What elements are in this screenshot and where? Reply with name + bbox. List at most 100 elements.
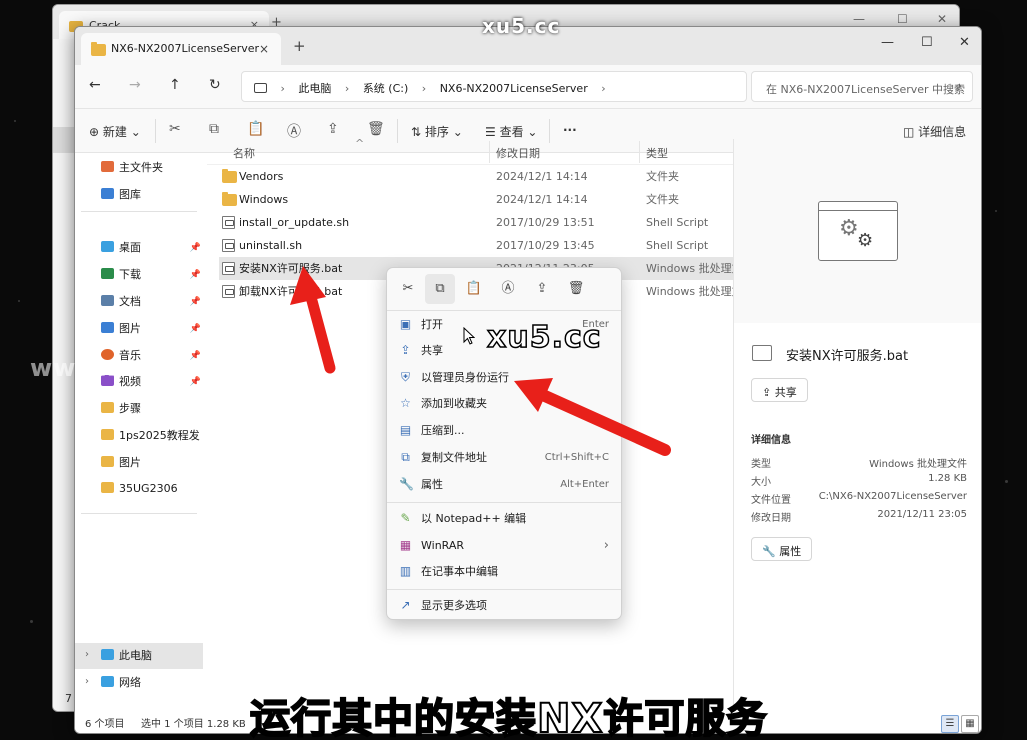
picture-icon (101, 322, 114, 333)
menu-item-properties[interactable]: 🔧 属性 Alt+Enter (395, 472, 615, 497)
more-options-button[interactable]: ··· (563, 123, 577, 137)
context-quick-actions: ✂ ⧉ 📋 Ⓐ ⇪ 🗑 (393, 274, 617, 306)
menu-item-copy-path[interactable]: ⧉ 复制文件地址 Ctrl+Shift+C (395, 445, 615, 470)
close-tab-icon[interactable]: × (259, 42, 269, 56)
sidebar-item-gallery[interactable]: 图库 (101, 184, 205, 206)
open-icon: ▣ (399, 317, 412, 331)
file-row[interactable]: Windows 2024/12/1 14:14 文件夹 (219, 188, 733, 211)
menu-item-compress[interactable]: ▤ 压缩到... (395, 418, 615, 443)
search-input[interactable]: 在 NX6-NX2007LicenseServer 中搜索 ⌕ (751, 71, 973, 102)
new-tab-icon[interactable]: + (293, 37, 306, 55)
file-row[interactable]: uninstall.sh 2017/10/29 13:45 Shell Scri… (219, 234, 733, 257)
batch-file-icon (222, 262, 235, 275)
gear-icon: ⚙ (857, 230, 874, 251)
copy-icon[interactable]: ⧉ (209, 121, 219, 137)
plus-circle-icon: ⊕ (89, 125, 103, 139)
sidebar-item-35ug2306[interactable]: 35UG2306 (101, 478, 205, 500)
paste-icon[interactable]: 📋 (247, 121, 264, 137)
breadcrumb-drive-c[interactable]: 系统 (C:) (363, 82, 408, 95)
document-icon (101, 295, 114, 306)
file-row[interactable]: Vendors 2024/12/1 14:14 文件夹 (219, 165, 733, 188)
forward-arrow-icon[interactable]: → (129, 77, 141, 93)
selection-info: 选中 1 个项目 1.28 KB (141, 719, 246, 730)
menu-item-add-favorites[interactable]: ☆ 添加到收藏夹 (395, 391, 615, 416)
folder-icon (222, 192, 237, 206)
winrar-icon: ▦ (399, 538, 412, 552)
breadcrumb-folder[interactable]: NX6-NX2007LicenseServer (440, 82, 588, 95)
share-button[interactable]: ⇪ 共享 (751, 378, 808, 402)
show-more-icon: ↗ (400, 598, 411, 612)
new-button[interactable]: ⊕ 新建 ⌄ (89, 123, 141, 140)
column-name[interactable]: 名称 (233, 145, 255, 161)
menu-item-show-more[interactable]: ↗ 显示更多选项 (395, 593, 615, 618)
notepadpp-icon: ✎ (400, 511, 411, 525)
expand-chevron-icon[interactable]: › (85, 676, 89, 687)
sidebar-item-pictures[interactable]: 图片 📌 (101, 318, 205, 340)
paste-icon[interactable]: 📋 (459, 274, 489, 304)
share-icon[interactable]: ⇪ (327, 121, 339, 137)
navigation-pane: 主文件夹 图库 桌面 📌 下载 📌 文档 📌 图片 📌 音乐 📌 视频 📌 步骤 1ps20… (75, 153, 205, 709)
details-pane-icon: ◫ (903, 125, 919, 139)
back-arrow-icon[interactable]: ← (89, 77, 101, 93)
minimize-icon[interactable]: — (881, 35, 894, 50)
breadcrumb-this-pc[interactable]: 此电脑 (298, 82, 331, 95)
menu-item-notepad[interactable]: ▥ 在记事本中编辑 (395, 559, 615, 584)
gear-icon: ⚙ (839, 216, 859, 241)
menu-item-notepadpp[interactable]: ✎ 以 Notepad++ 编辑 (395, 506, 615, 531)
sidebar-item-network[interactable]: 网络 (101, 672, 205, 694)
sidebar-item-pictures-folder[interactable]: 图片 (101, 452, 205, 474)
column-date[interactable]: 修改日期 (496, 145, 540, 161)
address-bar[interactable]: › 此电脑 › 系统 (C:) › NX6-NX2007LicenseServe… (241, 71, 747, 102)
file-preview-thumbnail: ⚙ ⚙ (818, 201, 898, 261)
detail-type: 类型 Windows 批处理文件 (751, 459, 967, 470)
file-row[interactable]: install_or_update.sh 2017/10/29 13:51 Sh… (219, 211, 733, 234)
details-file-name: 安装NX许可服务.bat (786, 349, 909, 364)
details-view-icon[interactable]: ☰ (941, 715, 959, 733)
share-icon[interactable]: ⇪ (527, 274, 557, 304)
delete-icon[interactable]: 🗑 (561, 274, 591, 304)
pin-icon: 📌 (189, 243, 201, 253)
sidebar-item-ps2025[interactable]: 1ps2025教程发 (101, 425, 205, 447)
cut-icon[interactable]: ✂ (169, 121, 181, 137)
menu-item-winrar[interactable]: ▦ WinRAR › (395, 533, 615, 558)
folder-icon (222, 169, 237, 183)
up-arrow-icon[interactable]: ↑ (169, 77, 181, 93)
maximize-icon[interactable]: ☐ (921, 35, 933, 50)
sidebar-item-steps[interactable]: 步骤 (101, 398, 205, 420)
properties-button[interactable]: 🔧 属性 (751, 537, 813, 561)
expand-chevron-icon[interactable]: › (85, 649, 89, 660)
column-type[interactable]: 类型 (646, 145, 668, 161)
delete-icon[interactable]: 🗑 (367, 121, 385, 137)
sidebar-item-this-pc[interactable]: 此电脑 (101, 645, 205, 667)
cut-icon[interactable]: ✂ (393, 274, 423, 304)
menu-item-run-as-admin[interactable]: ⛨ 以管理员身份运行 (395, 365, 615, 390)
tiles-view-icon[interactable]: ▦ (961, 715, 979, 733)
details-pane-button[interactable]: ◫ 详细信息 (903, 123, 966, 140)
rename-icon[interactable]: Ⓐ (493, 274, 523, 304)
minimize-icon[interactable]: — (853, 12, 865, 26)
search-icon: ⌕ (955, 79, 962, 93)
rename-icon[interactable]: Ⓐ (287, 121, 301, 141)
sidebar-item-desktop[interactable]: 桌面 📌 (101, 237, 205, 259)
star-icon: ☆ (400, 396, 411, 410)
sort-button[interactable]: ⇅ 排序 ⌄ (411, 123, 463, 140)
address-bar-row: ← → ↑ ↻ › 此电脑 › 系统 (C:) › NX6-NX2007Lice… (75, 65, 981, 109)
tab-license-server[interactable]: NX6-NX2007LicenseServer × (81, 33, 281, 65)
mouse-cursor-icon (463, 327, 475, 345)
watermark-top: xu5.cc (482, 14, 561, 38)
gallery-icon (101, 188, 114, 199)
pin-icon: 📌 (189, 270, 201, 280)
detail-modified: 修改日期 2021/12/11 23:05 (751, 509, 967, 524)
column-header: 名称 ^ 修改日期 类型 (207, 137, 733, 165)
close-window-icon[interactable]: ✕ (937, 12, 947, 26)
maximize-icon[interactable]: ☐ (897, 12, 908, 26)
refresh-icon[interactable]: ↻ (209, 77, 221, 93)
sidebar-item-documents[interactable]: 文档 📌 (101, 291, 205, 313)
computer-icon (101, 649, 114, 660)
view-button[interactable]: ☰ 查看 ⌄ (485, 123, 537, 140)
sidebar-item-downloads[interactable]: 下载 📌 (101, 264, 205, 286)
copy-icon[interactable]: ⧉ (425, 274, 455, 304)
sidebar-item-home[interactable]: 主文件夹 (101, 157, 205, 179)
close-window-icon[interactable]: ✕ (959, 35, 970, 50)
sort-up-icon: ^ (355, 137, 365, 150)
